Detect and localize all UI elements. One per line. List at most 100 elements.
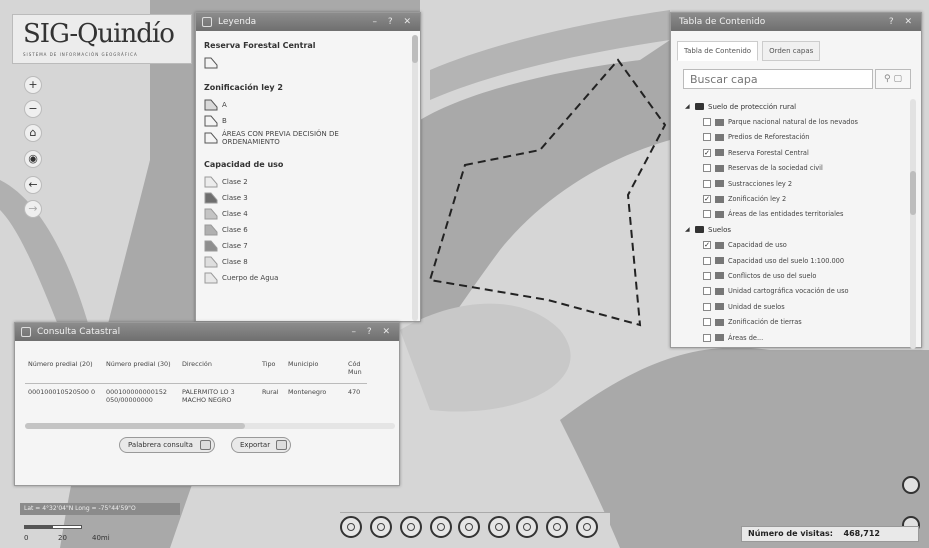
- layer-checkbox[interactable]: [703, 302, 711, 311]
- toc-layer[interactable]: ✓ Zonificación ley 2: [685, 191, 913, 206]
- toc-layer-label: Unidad cartográfica vocación de uso: [728, 287, 849, 296]
- layer-checkbox[interactable]: [703, 256, 711, 265]
- legend-item: Clase 7: [204, 239, 412, 252]
- legend-swatch: [204, 208, 218, 219]
- search-tool-icon[interactable]: [516, 516, 538, 538]
- layer-search-input[interactable]: [683, 69, 873, 89]
- toc-scrollbar[interactable]: [910, 99, 916, 349]
- tab-orden-capas[interactable]: Orden capas: [762, 41, 821, 61]
- legend-window-controls[interactable]: – ? ✕: [372, 13, 415, 31]
- search-icon[interactable]: ⚲ ▢: [875, 69, 911, 89]
- toc-layer[interactable]: Áreas de...: [685, 330, 913, 345]
- forward-button[interactable]: →: [24, 200, 42, 218]
- layer-checkbox[interactable]: [703, 133, 711, 142]
- identify-tool-icon[interactable]: [400, 516, 422, 538]
- toc-group[interactable]: ◢ Suelo de protección rural: [685, 99, 913, 114]
- visit-counter-label: Número de visitas:: [748, 529, 833, 538]
- legend-body: Reserva Forestal Central Zonificación le…: [196, 31, 420, 321]
- layers-tool-icon[interactable]: [458, 516, 480, 538]
- consulta-scrollbar[interactable]: [25, 423, 395, 429]
- layer-checkbox[interactable]: [703, 333, 711, 342]
- layer-checkbox[interactable]: ✓: [703, 241, 711, 250]
- search-icon: [200, 440, 211, 450]
- consulta-scroll-thumb[interactable]: [25, 423, 245, 429]
- toc-window-controls[interactable]: ? ✕: [889, 13, 916, 31]
- toc-group[interactable]: ◢ Suelos: [685, 222, 913, 237]
- print-tool-icon[interactable]: [488, 516, 510, 538]
- layer-checkbox[interactable]: ✓: [703, 148, 711, 157]
- visit-counter-value: 468,712: [843, 529, 880, 538]
- toc-layer[interactable]: Áreas de las entidades territoriales: [685, 207, 913, 222]
- toc-layer[interactable]: Unidad de suelos: [685, 299, 913, 314]
- toc-layer-label: Sustracciones ley 2: [728, 179, 793, 188]
- settings-tool-icon[interactable]: [576, 516, 598, 538]
- layer-checkbox[interactable]: [703, 271, 711, 280]
- measure-tool-icon[interactable]: [340, 516, 362, 538]
- layer-icon: [715, 118, 724, 126]
- consulta-catastral-panel: Consulta Catastral – ? ✕ Número predial …: [14, 322, 400, 486]
- legend-item: A: [204, 98, 412, 111]
- legend-swatch: [204, 240, 218, 251]
- layer-icon: [715, 334, 724, 342]
- table-row[interactable]: 000100010520500 0 000100000000152 050/00…: [25, 383, 367, 411]
- consulta-window-controls[interactable]: – ? ✕: [351, 323, 394, 341]
- expand-arrow-icon[interactable]: ◢: [685, 226, 695, 233]
- toc-layer[interactable]: Unidad cartográfica vocación de uso: [685, 284, 913, 299]
- zoom-out-button[interactable]: −: [24, 100, 42, 118]
- legend-swatch: [204, 176, 218, 187]
- column-header[interactable]: Tipo: [259, 357, 285, 384]
- column-header[interactable]: Número predial (30): [103, 357, 179, 384]
- exportar-button[interactable]: Exportar: [231, 437, 291, 453]
- tab-tabla-de-contenido[interactable]: Tabla de Contenido: [677, 41, 759, 61]
- toc-titlebar[interactable]: Tabla de Contenido ? ✕: [671, 13, 921, 31]
- column-header[interactable]: Número predial (20): [25, 357, 103, 384]
- coordinates-readout: Lat = 4°32'04"N Long = -75°44'59"O: [20, 503, 180, 515]
- column-header[interactable]: Dirección: [179, 357, 259, 384]
- toc-layer[interactable]: Conflictos de uso del suelo: [685, 268, 913, 283]
- column-header[interactable]: Municipio: [285, 357, 345, 384]
- layer-checkbox[interactable]: [703, 287, 711, 296]
- layer-icon: [715, 272, 724, 280]
- select-tool-icon[interactable]: [370, 516, 392, 538]
- logo-subtitle: SISTEMA DE INFORMACIÓN GEOGRÁFICA: [23, 52, 138, 57]
- legend-scroll-thumb[interactable]: [412, 35, 418, 63]
- legend-item: B: [204, 114, 412, 127]
- back-button[interactable]: ←: [24, 176, 42, 194]
- folder-icon: [695, 103, 704, 111]
- home-button[interactable]: ⌂: [24, 124, 42, 142]
- legend-swatch: [204, 99, 218, 110]
- legend-titlebar[interactable]: Leyenda – ? ✕: [196, 13, 420, 31]
- layer-checkbox[interactable]: [703, 318, 711, 327]
- legend-scrollbar[interactable]: [412, 35, 418, 321]
- toc-layer-label: Áreas de las entidades territoriales: [728, 210, 844, 219]
- info-tool-icon[interactable]: [546, 516, 568, 538]
- layer-checkbox[interactable]: ✓: [703, 195, 711, 204]
- toc-panel: Tabla de Contenido ? ✕ Tabla de Contenid…: [670, 12, 922, 349]
- toc-layer[interactable]: Parque nacional natural de los nevados: [685, 114, 913, 129]
- toc-layer[interactable]: ✓ Capacidad de uso: [685, 238, 913, 253]
- layer-checkbox[interactable]: [703, 210, 711, 219]
- zoom-in-button[interactable]: +: [24, 76, 42, 94]
- expand-arrow-icon[interactable]: ◢: [685, 103, 695, 110]
- toc-layer-label: Zonificación de tierras: [728, 318, 802, 327]
- palabrera-consulta-button[interactable]: Palabrera consulta: [119, 437, 215, 453]
- toc-scroll-thumb[interactable]: [910, 171, 916, 215]
- locate-button[interactable]: ◉: [24, 150, 42, 168]
- layer-checkbox[interactable]: [703, 179, 711, 188]
- toc-layer-label: Capacidad de uso: [728, 241, 787, 250]
- overview-map-icon[interactable]: [902, 476, 920, 494]
- toc-layer[interactable]: Predios de Reforestación: [685, 130, 913, 145]
- layer-checkbox[interactable]: [703, 118, 711, 127]
- consulta-titlebar[interactable]: Consulta Catastral – ? ✕: [15, 323, 399, 341]
- toc-layer[interactable]: Sustracciones ley 2: [685, 176, 913, 191]
- layer-icon: [715, 257, 724, 265]
- toc-layer[interactable]: ✓ Reserva Forestal Central: [685, 145, 913, 160]
- toc-layer[interactable]: Zonificación de tierras: [685, 314, 913, 329]
- toc-layer[interactable]: Capacidad uso del suelo 1:100.000: [685, 253, 913, 268]
- layer-checkbox[interactable]: [703, 164, 711, 173]
- draw-tool-icon[interactable]: [430, 516, 452, 538]
- toc-layer[interactable]: Reservas de la sociedad civil: [685, 161, 913, 176]
- toc-layer-label: Unidad de suelos: [728, 302, 785, 311]
- layer-icon: [715, 180, 724, 188]
- column-header[interactable]: Cód Mun: [345, 357, 367, 384]
